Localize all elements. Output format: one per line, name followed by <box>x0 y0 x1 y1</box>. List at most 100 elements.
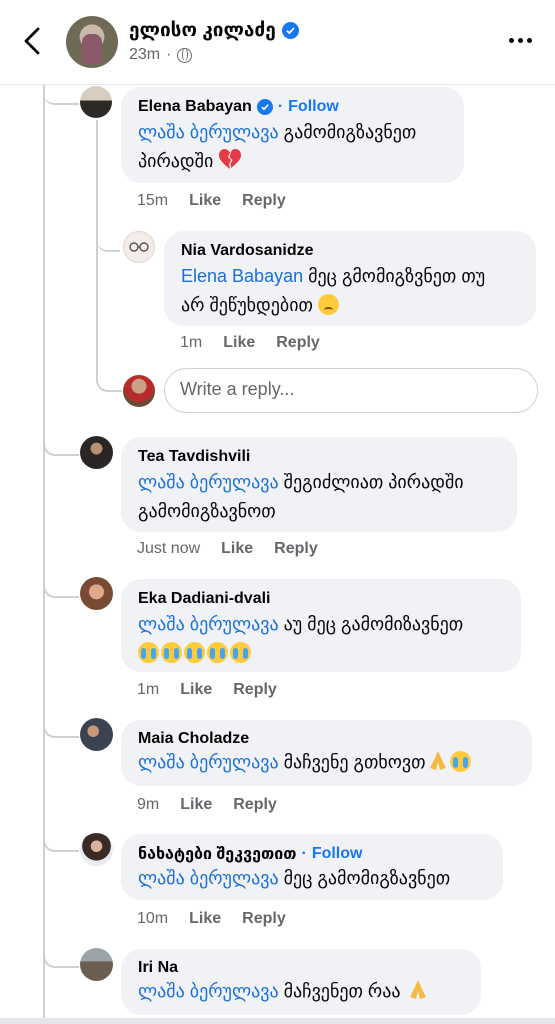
comment-text: ლაშა ბერულავა მაჩვენეთ რაა <box>138 977 465 1006</box>
comment-text-line1: მაჩვენეთ რაა <box>278 981 406 1001</box>
separator-dot: · <box>301 845 307 862</box>
like-button[interactable]: Like <box>189 192 221 210</box>
post-author-name[interactable]: ელისო კილაძე <box>129 19 299 42</box>
mention-link[interactable]: ლაშა ბერულავა <box>138 472 279 492</box>
commenter-name-text[interactable]: Eka Dadiani-dvali <box>138 590 271 608</box>
crying-emoji <box>161 642 182 663</box>
like-button[interactable]: Like <box>223 334 255 352</box>
comment-text-line1: მეც გმომიგზვნეთ თუ <box>303 266 486 286</box>
current-user-avatar[interactable] <box>123 375 155 407</box>
commenter-name[interactable]: Nia Vardosanidze <box>181 242 520 260</box>
avatar[interactable] <box>80 577 113 610</box>
verified-badge-icon <box>281 22 299 39</box>
comment-text-line2: გამომიგზავნოთ <box>138 501 276 521</box>
comment-bubble: Eka Dadiani-dvali ლაშა ბერულავა აუ მეც გ… <box>121 579 521 672</box>
reply-button[interactable]: Reply <box>242 910 286 928</box>
commenter-name[interactable]: Eka Dadiani-dvali <box>138 590 505 608</box>
comment-bubble: Iri Na ლაშა ბერულავა მაჩვენეთ რაა <box>121 949 481 1015</box>
thread-connector <box>43 942 79 968</box>
post-meta: 23m · <box>129 46 193 64</box>
like-button[interactable]: Like <box>189 910 221 928</box>
reply-button[interactable]: Reply <box>274 540 318 558</box>
comment-bubble: Maia Choladze ლაშა ბერულავა მაჩვენე გთხო… <box>121 720 532 786</box>
reply-button[interactable]: Reply <box>233 681 277 699</box>
comment-text: ლაშა ბერულავა მაჩვენე გთხოვთ <box>138 748 516 777</box>
commenter-name-text[interactable]: Elena Babayan <box>138 98 252 116</box>
thread-connector <box>43 826 79 852</box>
comment-text: Elena Babayan მეც გმომიგზვნეთ თუ არ შეწუ… <box>181 262 520 320</box>
comment-text: ლაშა ბერულავა მეც გამომიგზავნეთ <box>138 864 487 893</box>
post-author-name-text[interactable]: ელისო კილაძე <box>129 19 276 42</box>
comment-bubble: Tea Tavdishvili ლაშა ბერულავა შეგიძლიათ … <box>121 437 517 532</box>
crying-emoji <box>230 642 251 663</box>
mention-link[interactable]: ლაშა ბერულავა <box>138 122 279 142</box>
comment-time[interactable]: 1m <box>137 681 159 699</box>
comment-time[interactable]: 15m <box>137 192 168 210</box>
comment-text-line1: აუ მეც გამომიზავნეთ <box>278 614 464 634</box>
comment-bubble: Nia Vardosanidze Elena Babayan მეც გმომი… <box>164 231 536 326</box>
commenter-name-text[interactable]: ნახატები შეკვეთით <box>138 844 296 864</box>
comment-text-line2: პირადში <box>138 151 219 171</box>
commenter-name[interactable]: ნახატები შეკვეთით · Follow <box>138 844 487 864</box>
pray-emoji <box>409 980 426 999</box>
commenter-name[interactable]: Iri Na <box>138 959 465 977</box>
comment-time[interactable]: 9m <box>137 796 159 814</box>
follow-button[interactable]: Follow <box>288 98 339 116</box>
commenter-name[interactable]: Maia Choladze <box>138 730 516 748</box>
post-author-avatar[interactable] <box>66 16 118 68</box>
like-button[interactable]: Like <box>180 681 212 699</box>
reply-button[interactable]: Reply <box>233 796 277 814</box>
avatar[interactable] <box>80 948 113 981</box>
comment-time[interactable]: 10m <box>137 910 168 928</box>
comment-actions: 1m Like Reply <box>180 334 320 352</box>
comment-text-line1: მაჩვენე გთხოვთ <box>278 752 426 772</box>
like-button[interactable]: Like <box>180 796 212 814</box>
commenter-name-text[interactable]: Maia Choladze <box>138 730 249 748</box>
mention-link[interactable]: Elena Babayan <box>181 266 303 286</box>
post-time[interactable]: 23m <box>129 46 160 64</box>
verified-badge-icon <box>256 99 273 115</box>
follow-button[interactable]: Follow <box>312 845 363 863</box>
avatar[interactable] <box>80 718 113 751</box>
comment-text: ლაშა ბერულავა აუ მეც გამომიზავნეთ <box>138 610 505 668</box>
comment-actions: 9m Like Reply <box>137 796 277 814</box>
avatar[interactable] <box>80 436 113 469</box>
crying-emoji <box>449 751 471 772</box>
mention-link[interactable]: ლაშა ბერულავა <box>138 614 279 634</box>
comment-text-line2: არ შეწუხდებით <box>181 295 318 315</box>
crying-emoji <box>207 642 228 663</box>
globe-icon <box>177 47 193 63</box>
comment-actions: 10m Like Reply <box>137 910 286 928</box>
broken-heart-emoji <box>219 149 242 169</box>
more-options-icon[interactable] <box>509 38 532 43</box>
reply-button[interactable]: Reply <box>242 192 286 210</box>
reply-input-placeholder: Write a reply... <box>180 379 295 399</box>
like-button[interactable]: Like <box>221 540 253 558</box>
mention-link[interactable]: ლაშა ბერულავა <box>138 868 279 888</box>
comment-text-line1: შეგიძლიათ პირადში <box>278 472 464 492</box>
reply-button[interactable]: Reply <box>276 334 320 352</box>
back-arrow-icon[interactable] <box>18 24 48 58</box>
avatar[interactable] <box>80 833 113 866</box>
reply-input[interactable]: Write a reply... <box>164 368 538 413</box>
thread-connector <box>43 430 79 456</box>
thread-line-main <box>43 85 45 1018</box>
comment-time[interactable]: Just now <box>137 540 200 558</box>
mention-link[interactable]: ლაშა ბერულავა <box>138 981 279 1001</box>
commenter-name[interactable]: Tea Tavdishvili <box>138 448 501 466</box>
thread-connector <box>96 362 122 392</box>
comment-actions: 15m Like Reply <box>137 192 286 210</box>
mention-link[interactable]: ლაშა ბერულავა <box>138 752 279 772</box>
commenter-name-text[interactable]: Nia Vardosanidze <box>181 242 314 260</box>
comment-time[interactable]: 1m <box>180 334 202 352</box>
comment-text-line1: გამომიგზავნეთ <box>278 122 417 142</box>
bottom-divider <box>0 1018 555 1024</box>
commenter-name[interactable]: Elena Babayan · Follow <box>138 98 448 116</box>
avatar[interactable] <box>123 231 155 263</box>
thread-connector <box>96 218 120 252</box>
comment-bubble: ნახატები შეკვეთით · Follow ლაშა ბერულავა… <box>121 834 503 900</box>
commenter-name-text[interactable]: Iri Na <box>138 959 178 977</box>
meta-separator: · <box>166 46 172 63</box>
avatar[interactable] <box>80 86 112 118</box>
commenter-name-text[interactable]: Tea Tavdishvili <box>138 448 250 466</box>
